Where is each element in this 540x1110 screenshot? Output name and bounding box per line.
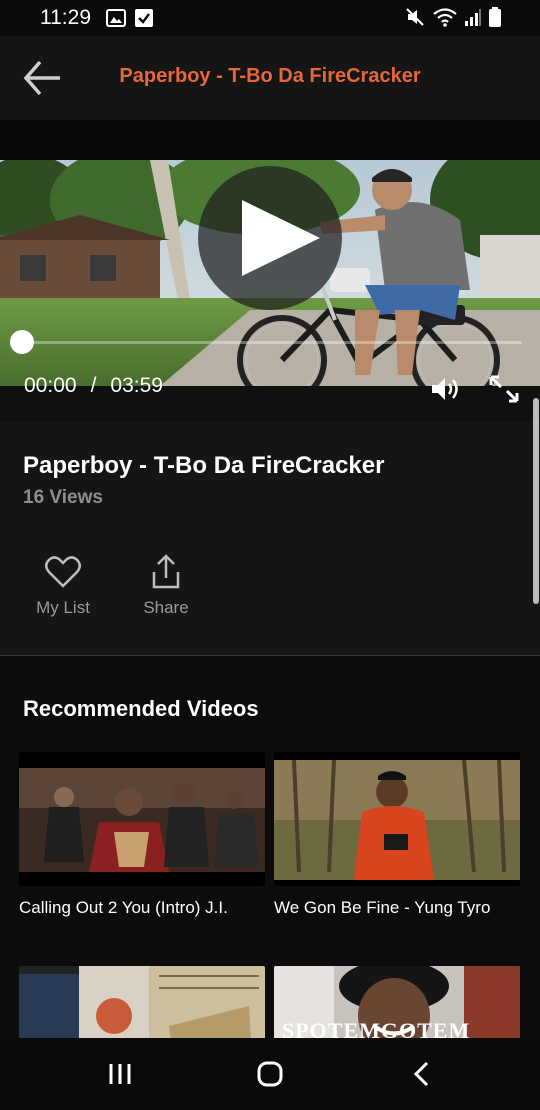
thumbnail-image (274, 752, 520, 886)
status-time: 11:29 (40, 6, 91, 29)
app-bar: Paperboy - T-Bo Da FireCracker (0, 36, 540, 120)
check-icon (135, 9, 153, 27)
share-label: Share (143, 598, 189, 617)
video-card[interactable]: Calling Out 2 You (Intro) J.I. (19, 752, 265, 918)
recent-apps-icon[interactable] (100, 1058, 140, 1090)
page-title: Paperboy - T-Bo Da FireCracker (119, 65, 421, 87)
seek-handle[interactable] (10, 330, 34, 354)
share-icon (152, 554, 180, 589)
play-icon[interactable] (242, 200, 320, 276)
home-icon[interactable] (250, 1058, 290, 1090)
status-bar: 11:29 (0, 0, 540, 36)
heart-icon (45, 556, 81, 588)
spacer (0, 120, 540, 160)
image-icon (106, 9, 126, 27)
status-left-icons (106, 8, 154, 28)
scroll-indicator[interactable] (533, 398, 539, 604)
view-count: 16 Views (23, 487, 103, 508)
share-button[interactable]: Share (121, 552, 211, 618)
my-list-button[interactable]: My List (18, 552, 108, 618)
back-icon[interactable] (402, 1058, 442, 1090)
signal-icon (465, 9, 481, 26)
video-player[interactable]: 00:00 / 03:59 (0, 160, 540, 422)
recommended-section: Recommended Videos Calling Out 2 You (In… (0, 656, 540, 1100)
status-right-icons (404, 6, 502, 28)
video-card-title: Calling Out 2 You (Intro) J.I. (19, 898, 228, 917)
video-card[interactable]: We Gon Be Fine - Yung Tyro (274, 752, 520, 918)
video-info: Paperboy - T-Bo Da FireCracker 16 Views … (0, 422, 540, 656)
video-thumbnail[interactable] (19, 752, 265, 886)
seek-bar[interactable] (22, 341, 522, 344)
system-nav-bar (0, 1038, 540, 1110)
battery-icon (489, 7, 501, 27)
mute-icon (406, 8, 424, 26)
volume-icon[interactable] (428, 374, 462, 404)
wifi-icon (433, 8, 457, 27)
current-time: 00:00 (24, 374, 77, 397)
fullscreen-icon[interactable] (488, 374, 520, 404)
my-list-label: My List (36, 598, 90, 617)
video-thumbnail[interactable] (274, 752, 520, 886)
time-separator: / (90, 374, 97, 397)
thumbnail-image (19, 752, 265, 886)
duration: 03:59 (110, 374, 163, 397)
video-card-title: We Gon Be Fine - Yung Tyro (274, 898, 491, 917)
video-title: Paperboy - T-Bo Da FireCracker (23, 452, 385, 479)
recommended-heading: Recommended Videos (23, 696, 259, 721)
time-display: 00:00 / 03:59 (24, 374, 163, 398)
